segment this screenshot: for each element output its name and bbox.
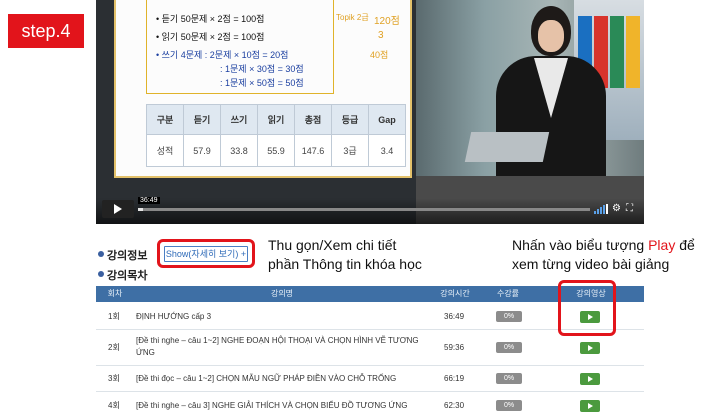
board-line-2: • 읽기 50문제 × 2점 = 100점 bbox=[156, 32, 265, 42]
row-rate: 0% bbox=[496, 400, 522, 411]
settings-icon[interactable]: ⚙ bbox=[612, 204, 621, 214]
play-icon bbox=[587, 403, 593, 409]
row-time: 62:30 bbox=[444, 401, 465, 410]
highlight-play-column bbox=[558, 280, 616, 336]
volume-icon[interactable] bbox=[594, 204, 608, 214]
play-icon bbox=[114, 204, 122, 214]
handwriting-4: 40점 bbox=[370, 50, 389, 60]
row-play-button[interactable] bbox=[580, 400, 600, 412]
info-section-title: 강의정보 bbox=[107, 250, 148, 262]
fullscreen-icon[interactable]: ⛶ bbox=[626, 204, 633, 214]
row-title: [Đề thi nghe – câu 3] NGHE GIẢI THÍCH VÀ… bbox=[136, 401, 408, 410]
row-no: 2회 bbox=[108, 343, 120, 352]
board-line-5: : 1문제 × 50점 = 50점 bbox=[220, 78, 304, 88]
video-progress-bar[interactable] bbox=[138, 208, 590, 211]
video-controls-bar bbox=[96, 198, 644, 224]
row-time: 36:49 bbox=[444, 312, 465, 321]
row-rate: 0% bbox=[496, 342, 522, 353]
row-play-button[interactable] bbox=[580, 342, 600, 354]
row-time: 59:36 bbox=[444, 343, 465, 352]
row-no: 4회 bbox=[108, 401, 120, 410]
row-play-button[interactable] bbox=[580, 373, 600, 385]
video-player[interactable]: • 듣기 50문제 × 2점 = 100점 • 읽기 50문제 × 2점 = 1… bbox=[96, 0, 644, 224]
row-title: [Đề thi nghe – câu 1~2] NGHE ĐOẠN HỘI TH… bbox=[136, 336, 419, 357]
col-header-rate: 수강률 bbox=[496, 289, 520, 298]
row-no: 3회 bbox=[108, 374, 120, 383]
step-label: step.4 bbox=[8, 14, 84, 48]
row-title: ĐỊNH HƯỚNG cấp 3 bbox=[136, 312, 212, 321]
row-rate: 0% bbox=[496, 373, 522, 384]
highlight-show-button bbox=[157, 239, 255, 268]
play-icon bbox=[587, 376, 593, 382]
col-header-time: 강의시간 bbox=[440, 289, 470, 298]
video-play-button[interactable] bbox=[102, 200, 134, 218]
board-line-4: : 1문제 × 30점 = 30점 bbox=[220, 64, 304, 74]
info-bullet-icon bbox=[98, 251, 104, 257]
play-annotation: Nhấn vào biểu tượng Play để xem từng vid… bbox=[512, 237, 695, 272]
instructor-face bbox=[538, 20, 564, 52]
info-annotation: Thu gọn/Xem chi tiết phần Thông tin khóa… bbox=[268, 237, 422, 272]
video-time: 36:49 bbox=[138, 197, 160, 204]
col-header-name: 강의명 bbox=[270, 289, 294, 298]
laptop bbox=[464, 132, 550, 162]
list-bullet-icon bbox=[98, 271, 104, 277]
score-table: 구분 듣기 쓰기 읽기 총점 등급 Gap 성적 57.9 33.8 55.9 … bbox=[146, 104, 406, 167]
board-line-3: • 쓰기 4문제 : 2문제 × 10점 = 20점 bbox=[156, 50, 289, 60]
handwriting-1: Topik 2급 bbox=[336, 13, 369, 22]
row-no: 1회 bbox=[108, 312, 120, 321]
row-title: [Đề thi đọc – câu 1~2] CHỌN MẪU NGỮ PHÁP… bbox=[136, 374, 397, 383]
handwriting-3: 3 bbox=[378, 30, 384, 41]
list-section-title: 강의목차 bbox=[107, 270, 148, 282]
board-line-1: • 듣기 50문제 × 2점 = 100점 bbox=[156, 14, 265, 24]
video-progress-fill bbox=[138, 208, 143, 211]
col-header-no: 회차 bbox=[107, 289, 123, 298]
row-time: 66:19 bbox=[444, 374, 465, 383]
play-icon bbox=[587, 345, 593, 351]
lecture-board: • 듣기 50문제 × 2점 = 100점 • 읽기 50문제 × 2점 = 1… bbox=[114, 0, 412, 178]
handwriting-2: 120점 bbox=[374, 16, 400, 27]
row-rate: 0% bbox=[496, 311, 522, 322]
